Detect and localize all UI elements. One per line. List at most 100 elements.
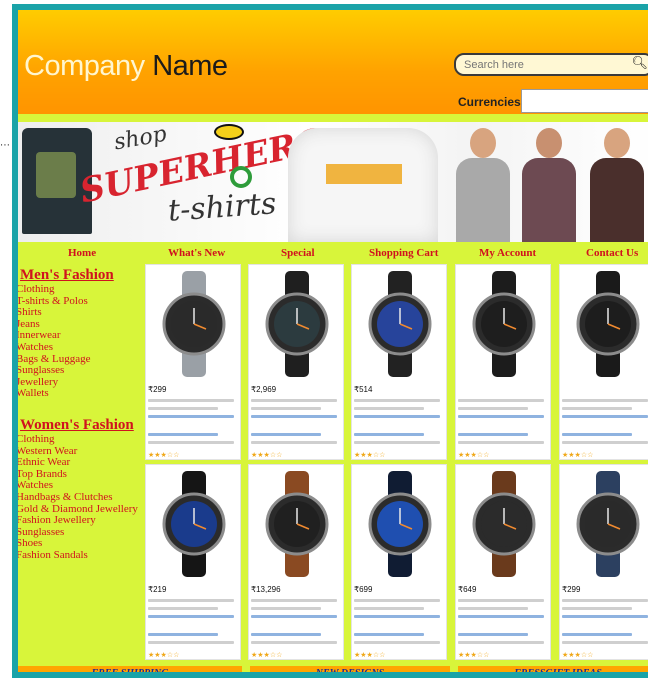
mens-item[interactable]: Watches — [18, 341, 146, 354]
mens-item[interactable]: Clothing — [18, 283, 146, 296]
rating-stars-icon: ★★★☆☆ — [251, 451, 283, 459]
product-text-line — [562, 607, 632, 610]
rating-stars-icon: ★★★☆☆ — [458, 451, 490, 459]
mens-fashion-list: Clothing T-shirts & Polos Shirts Jeans Inner… — [18, 283, 146, 400]
womens-item[interactable]: Fashion Jewellery — [18, 514, 146, 527]
product-text-line — [562, 633, 632, 636]
product-text-line — [354, 641, 440, 644]
product-card[interactable]: ₹299 ★★★☆☆ — [145, 264, 241, 460]
watch-image — [162, 471, 226, 577]
rating-stars-icon: ★★★☆☆ — [458, 651, 490, 659]
product-text-line — [251, 599, 337, 602]
product-text-line — [148, 641, 234, 644]
search-icon[interactable]: 🔍︎ — [631, 56, 648, 71]
product-text-line — [354, 415, 440, 418]
watch-image — [368, 271, 432, 377]
company-logo[interactable]: Company Name — [24, 50, 228, 83]
product-text-line — [458, 407, 528, 410]
model-2 — [522, 128, 576, 242]
rating-stars-icon: ★★★☆☆ — [354, 451, 386, 459]
product-card[interactable]: ₹649 ★★★☆☆ — [455, 464, 551, 660]
product-card[interactable]: ₹219 ★★★☆☆ — [145, 464, 241, 660]
watch-image — [576, 471, 640, 577]
logo-word-name: Name — [152, 50, 228, 82]
womens-item[interactable]: Fashion Sandals — [18, 549, 146, 562]
product-text-line — [148, 441, 234, 444]
mens-fashion-heading[interactable]: Men's Fashion — [20, 266, 146, 284]
product-card[interactable]: ★★★☆☆ — [455, 264, 551, 460]
header: Company Name 🔍︎ Currencies — [18, 10, 648, 114]
product-price: ₹219 — [148, 585, 167, 594]
product-price: ₹299 — [148, 385, 167, 394]
watch-image — [368, 471, 432, 577]
mens-item[interactable]: Wallets — [18, 388, 146, 400]
search-input[interactable] — [464, 57, 614, 73]
nav-my-account[interactable]: My Account — [479, 247, 536, 259]
rating-stars-icon: ★★★☆☆ — [148, 451, 180, 459]
watch-image — [472, 471, 536, 577]
banner-shop-text: shop — [112, 122, 169, 156]
banner-tshirts-text: t-shirts — [166, 186, 278, 229]
product-text-line — [354, 599, 440, 602]
product-text-line — [251, 607, 321, 610]
watch-image — [265, 471, 329, 577]
footer-gift-ideas: FRESSGIFT IDEAS — [458, 666, 648, 672]
product-text-line — [251, 441, 337, 444]
footer-free-shipping: FREE SHIPPING — [18, 666, 242, 672]
product-card[interactable]: ₹699 ★★★☆☆ — [351, 464, 447, 660]
product-text-line — [148, 607, 218, 610]
product-text-line — [251, 415, 337, 418]
category-sidebar: Men's Fashion Clothing T-shirts & Polos Sh… — [18, 266, 146, 561]
product-text-line — [354, 607, 424, 610]
nav-shopping-cart[interactable]: Shopping Cart — [369, 247, 438, 259]
product-text-line — [251, 407, 321, 410]
product-text-line — [562, 415, 648, 418]
logo-word-company: Company — [24, 50, 145, 82]
product-price: ₹13,296 — [251, 585, 281, 594]
product-text-line — [562, 407, 632, 410]
product-text-line — [251, 399, 337, 402]
product-card[interactable]: ₹13,296 ★★★☆☆ — [248, 464, 344, 660]
product-card[interactable]: ₹514 ★★★☆☆ — [351, 264, 447, 460]
promo-banner[interactable]: shop SUPERHERO t-shirts — [18, 122, 648, 242]
product-card[interactable]: ★★★☆☆ — [559, 264, 648, 460]
product-price: ₹514 — [354, 385, 373, 394]
product-text-line — [354, 615, 440, 618]
watch-image — [265, 271, 329, 377]
nav-home[interactable]: Home — [68, 247, 96, 259]
womens-item[interactable]: Clothing — [18, 433, 146, 446]
rating-stars-icon: ★★★☆☆ — [354, 651, 386, 659]
search-box: 🔍︎ — [454, 53, 648, 76]
product-text-line — [562, 615, 648, 618]
nav-whats-new[interactable]: What's New — [168, 247, 225, 259]
overflow-dots: ⋯ — [0, 140, 10, 151]
product-text-line — [354, 633, 424, 636]
footer-bar: FREE SHIPPING NEW DESIGNS FRESSGIFT IDEA… — [18, 666, 648, 672]
product-text-line — [148, 433, 218, 436]
mens-item[interactable]: Sunglasses — [18, 365, 146, 377]
white-tshirt-image — [288, 128, 438, 242]
product-card[interactable]: ₹299 ★★★☆☆ — [559, 464, 648, 660]
product-text-line — [562, 399, 648, 402]
womens-fashion-heading[interactable]: Women's Fashion — [20, 416, 146, 434]
currencies-input[interactable] — [521, 89, 648, 113]
footer-new-designs: NEW DESIGNS — [250, 666, 450, 672]
rating-stars-icon: ★★★☆☆ — [251, 651, 283, 659]
product-text-line — [148, 407, 218, 410]
rating-stars-icon: ★★★☆☆ — [148, 651, 180, 659]
product-card[interactable]: ₹2,969 ★★★☆☆ — [248, 264, 344, 460]
womens-item[interactable]: Ethnic Wear — [18, 457, 146, 469]
currencies-label: Currencies — [458, 95, 521, 109]
womens-item[interactable]: Handbags & Clutches — [18, 491, 146, 504]
nav-contact-us[interactable]: Contact Us — [586, 247, 638, 259]
watch-image — [162, 271, 226, 377]
model-1 — [456, 128, 510, 242]
product-text-line — [562, 441, 648, 444]
main-nav: Home What's New Special Shopping Cart My… — [18, 244, 648, 262]
product-text-line — [458, 641, 544, 644]
watch-image — [472, 271, 536, 377]
product-text-line — [354, 407, 424, 410]
model-3 — [590, 128, 644, 242]
product-text-line — [458, 615, 544, 618]
nav-special[interactable]: Special — [281, 247, 315, 259]
